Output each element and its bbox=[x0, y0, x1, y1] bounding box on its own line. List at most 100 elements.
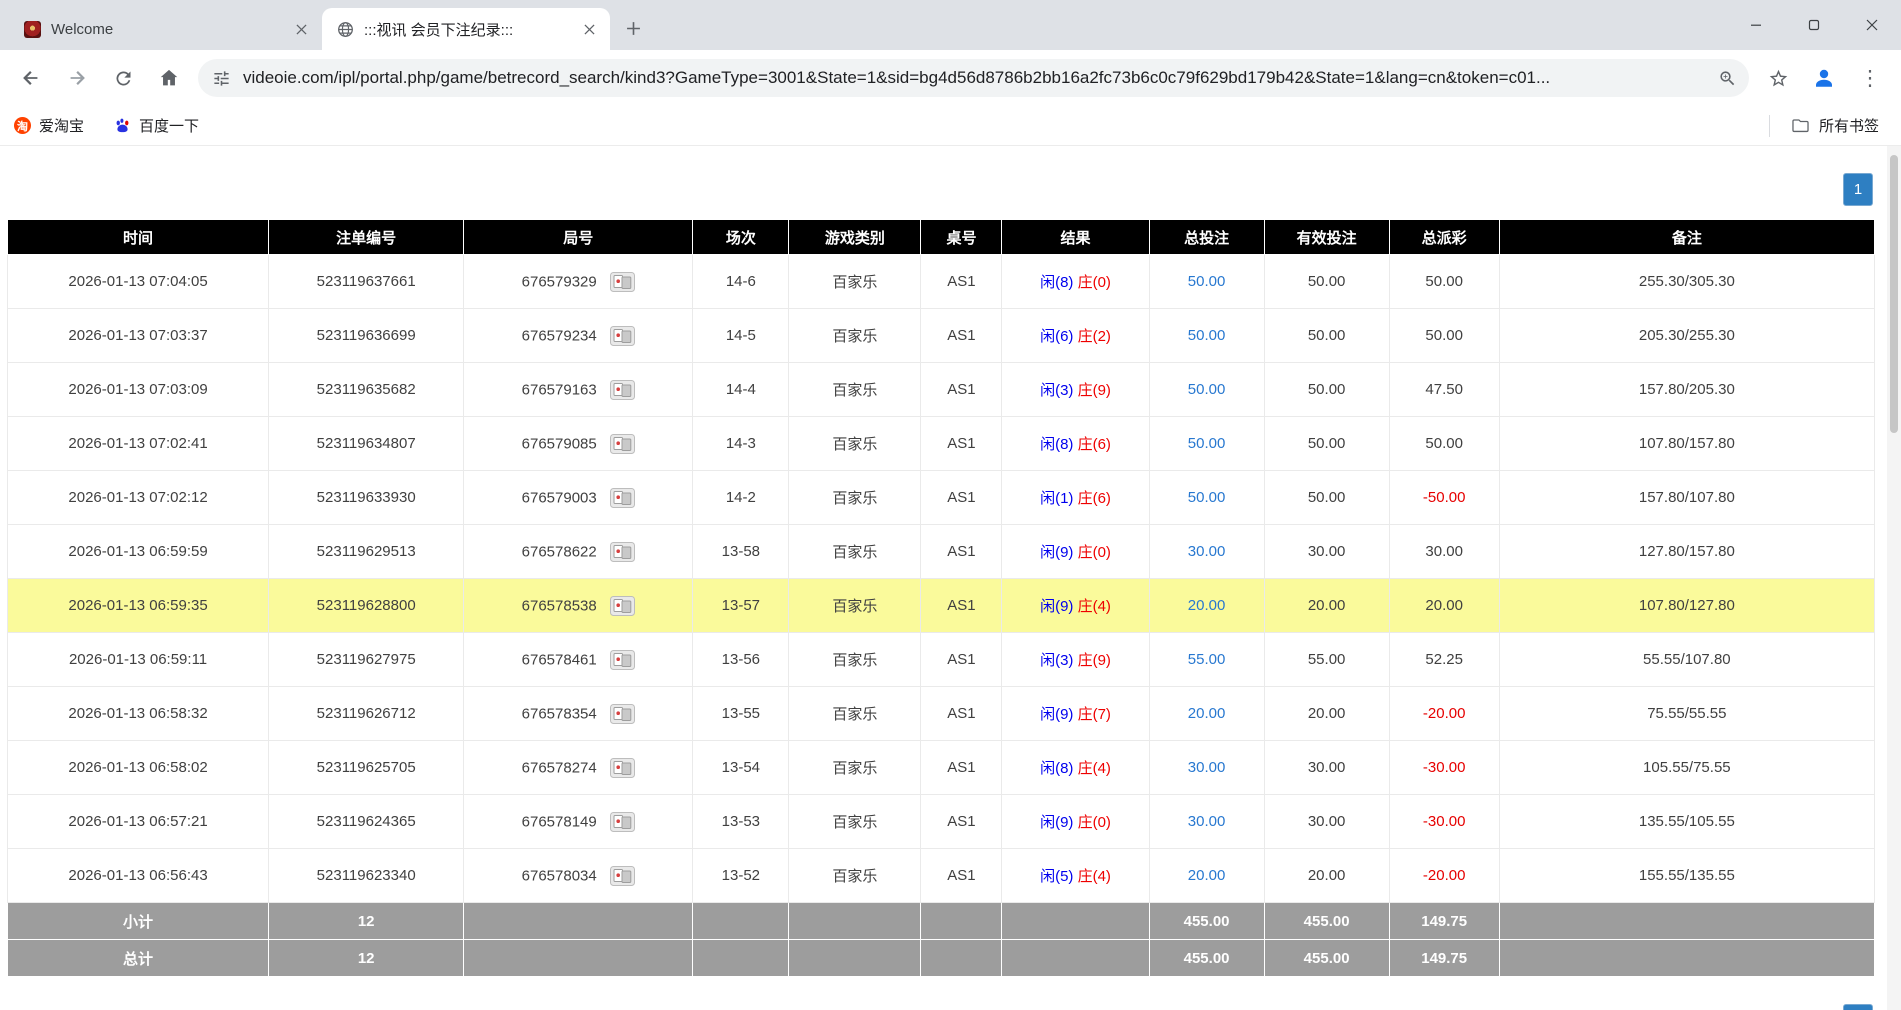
cell-total-bet[interactable]: 50.00 bbox=[1149, 255, 1264, 309]
cell-total-bet[interactable]: 30.00 bbox=[1149, 741, 1264, 795]
table-row[interactable]: 2026-01-13 06:59:59523119629513676578622… bbox=[8, 525, 1875, 579]
scrollbar-thumb[interactable] bbox=[1890, 155, 1898, 433]
profile-avatar-icon[interactable] bbox=[1803, 57, 1845, 99]
column-header-1: 注单编号 bbox=[269, 220, 464, 255]
result-banker: 庄(2) bbox=[1078, 328, 1111, 345]
table-row[interactable]: 2026-01-13 06:59:11523119627975676578461… bbox=[8, 633, 1875, 687]
table-row[interactable]: 2026-01-13 07:03:37523119636699676579234… bbox=[8, 309, 1875, 363]
subtotal-row-label: 小计 bbox=[8, 903, 269, 940]
zoom-icon[interactable] bbox=[1718, 69, 1737, 88]
cell-remark: 105.55/75.55 bbox=[1499, 741, 1874, 795]
cell-result: 闲(3) 庄(9) bbox=[1002, 633, 1149, 687]
table-row[interactable]: 2026-01-13 06:59:35523119628800676578538… bbox=[8, 579, 1875, 633]
cell-total-bet[interactable]: 20.00 bbox=[1149, 849, 1264, 903]
view-cards-icon[interactable] bbox=[610, 326, 635, 346]
cell-total-bet[interactable]: 50.00 bbox=[1149, 309, 1264, 363]
cell-session: 13-52 bbox=[693, 849, 789, 903]
cell-time: 2026-01-13 07:02:41 bbox=[8, 417, 269, 471]
new-tab-button[interactable] bbox=[618, 13, 648, 43]
total-row-empty bbox=[921, 940, 1002, 977]
scrollbar[interactable] bbox=[1887, 146, 1901, 1010]
cell-total-bet[interactable]: 30.00 bbox=[1149, 795, 1264, 849]
subtotal-row-payout: 149.75 bbox=[1389, 903, 1499, 940]
browser-menu-icon[interactable]: ⋮ bbox=[1849, 57, 1891, 99]
cell-total-bet[interactable]: 20.00 bbox=[1149, 579, 1264, 633]
table-row[interactable]: 2026-01-13 07:02:12523119633930676579003… bbox=[8, 471, 1875, 525]
tab-close-icon[interactable] bbox=[290, 18, 312, 40]
baidu-icon bbox=[114, 117, 131, 134]
cell-table-no: AS1 bbox=[921, 849, 1002, 903]
bookmark-star-icon[interactable] bbox=[1757, 57, 1799, 99]
view-cards-icon[interactable] bbox=[610, 434, 635, 454]
result-banker: 庄(6) bbox=[1078, 436, 1111, 453]
cell-round: 676579085 bbox=[464, 417, 693, 471]
tab-close-icon[interactable] bbox=[578, 18, 600, 40]
cell-time: 2026-01-13 06:59:59 bbox=[8, 525, 269, 579]
pagination-page-1[interactable]: 1 bbox=[1843, 173, 1873, 206]
view-cards-icon[interactable] bbox=[610, 488, 635, 508]
subtotal-row-remark bbox=[1499, 903, 1874, 940]
cell-round: 676578622 bbox=[464, 525, 693, 579]
tab-welcome[interactable]: Welcome bbox=[10, 8, 322, 50]
all-bookmarks[interactable]: 所有书签 bbox=[1769, 115, 1887, 137]
close-button[interactable] bbox=[1843, 0, 1901, 50]
table-row[interactable]: 2026-01-13 06:58:32523119626712676578354… bbox=[8, 687, 1875, 741]
bet-records-table: 时间注单编号局号场次游戏类别桌号结果总投注有效投注总派彩备注 2026-01-1… bbox=[7, 219, 1875, 977]
table-row[interactable]: 2026-01-13 07:03:09523119635682676579163… bbox=[8, 363, 1875, 417]
cell-table-no: AS1 bbox=[921, 525, 1002, 579]
view-cards-icon[interactable] bbox=[610, 866, 635, 886]
cell-result: 闲(9) 庄(7) bbox=[1002, 687, 1149, 741]
bookmark-aitaobao[interactable]: 淘 爱淘宝 bbox=[14, 115, 84, 136]
cell-total-bet[interactable]: 20.00 bbox=[1149, 687, 1264, 741]
cell-game-type: 百家乐 bbox=[789, 741, 921, 795]
view-cards-icon[interactable] bbox=[610, 272, 635, 292]
view-cards-icon[interactable] bbox=[610, 542, 635, 562]
table-row[interactable]: 2026-01-13 06:57:21523119624365676578149… bbox=[8, 795, 1875, 849]
back-button[interactable] bbox=[10, 57, 52, 99]
cell-time: 2026-01-13 06:58:32 bbox=[8, 687, 269, 741]
cell-total-bet[interactable]: 55.00 bbox=[1149, 633, 1264, 687]
view-cards-icon[interactable] bbox=[610, 758, 635, 778]
cell-bet-id: 523119637661 bbox=[269, 255, 464, 309]
table-row[interactable]: 2026-01-13 06:58:02523119625705676578274… bbox=[8, 741, 1875, 795]
column-header-2: 局号 bbox=[464, 220, 693, 255]
bookmark-baidu[interactable]: 百度一下 bbox=[114, 115, 199, 136]
pagination-page-1-bottom[interactable]: 1 bbox=[1843, 1004, 1873, 1010]
round-number: 676578354 bbox=[522, 705, 597, 722]
table-row[interactable]: 2026-01-13 07:04:05523119637661676579329… bbox=[8, 255, 1875, 309]
cell-total-bet[interactable]: 50.00 bbox=[1149, 363, 1264, 417]
cell-total-bet[interactable]: 50.00 bbox=[1149, 417, 1264, 471]
total-row-empty bbox=[1002, 940, 1149, 977]
cell-valid-bet: 50.00 bbox=[1264, 309, 1389, 363]
url-text[interactable]: videoie.com/ipl/portal.php/game/betrecor… bbox=[243, 68, 1706, 88]
cell-time: 2026-01-13 07:03:37 bbox=[8, 309, 269, 363]
cell-total-bet[interactable]: 30.00 bbox=[1149, 525, 1264, 579]
cell-payout: 47.50 bbox=[1389, 363, 1499, 417]
minimize-button[interactable] bbox=[1727, 0, 1785, 50]
view-cards-icon[interactable] bbox=[610, 380, 635, 400]
home-button[interactable] bbox=[148, 57, 190, 99]
cell-total-bet[interactable]: 50.00 bbox=[1149, 471, 1264, 525]
table-row[interactable]: 2026-01-13 07:02:41523119634807676579085… bbox=[8, 417, 1875, 471]
cell-game-type: 百家乐 bbox=[789, 687, 921, 741]
cell-session: 13-54 bbox=[693, 741, 789, 795]
table-row[interactable]: 2026-01-13 06:56:43523119623340676578034… bbox=[8, 849, 1875, 903]
maximize-button[interactable] bbox=[1785, 0, 1843, 50]
view-cards-icon[interactable] bbox=[610, 650, 635, 670]
subtotal-row-count: 12 bbox=[269, 903, 464, 940]
cell-payout: -20.00 bbox=[1389, 687, 1499, 741]
cell-table-no: AS1 bbox=[921, 687, 1002, 741]
cell-valid-bet: 30.00 bbox=[1264, 741, 1389, 795]
column-header-9: 总派彩 bbox=[1389, 220, 1499, 255]
refresh-button[interactable] bbox=[102, 57, 144, 99]
view-cards-icon[interactable] bbox=[610, 596, 635, 616]
address-bar[interactable]: videoie.com/ipl/portal.php/game/betrecor… bbox=[198, 59, 1749, 97]
result-banker: 庄(0) bbox=[1078, 544, 1111, 561]
forward-button[interactable] bbox=[56, 57, 98, 99]
tab-bet-record[interactable]: :::视讯 会员下注纪录::: bbox=[322, 8, 610, 50]
bookmarks-bar: 淘 爱淘宝 百度一下 所有书签 bbox=[0, 106, 1901, 146]
view-cards-icon[interactable] bbox=[610, 812, 635, 832]
view-cards-icon[interactable] bbox=[610, 704, 635, 724]
site-settings-icon[interactable] bbox=[212, 69, 231, 88]
round-number: 676578274 bbox=[522, 759, 597, 776]
